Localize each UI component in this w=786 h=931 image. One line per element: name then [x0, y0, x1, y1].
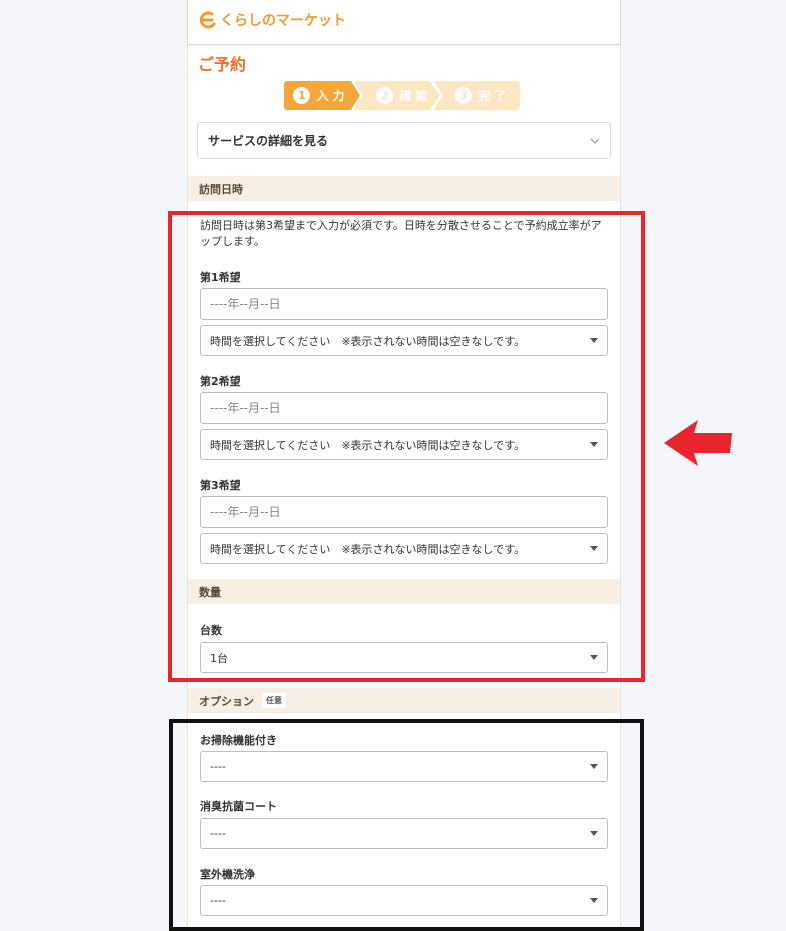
caret-down-icon	[590, 338, 598, 343]
option-cleaning-function-select[interactable]: ----	[200, 751, 608, 782]
choice-3-label: 第3希望	[200, 479, 241, 492]
page-title: ご予約	[198, 55, 247, 74]
choice-2-label: 第2希望	[200, 375, 241, 388]
section-quantity: 数量	[188, 579, 620, 604]
caret-down-icon	[590, 546, 598, 551]
section-title: オプション	[199, 694, 254, 708]
optional-badge: 任意	[262, 693, 286, 708]
option-cleaning-function-label: お掃除機能付き	[200, 734, 277, 747]
caret-down-icon	[590, 764, 598, 769]
select-value: 1台	[210, 651, 228, 665]
select-value: ----	[210, 894, 226, 907]
choice-2-date-input[interactable]	[200, 392, 608, 424]
choice-1-time-select[interactable]: 時間を選択してください ※表示されない時間は空きなしです。	[200, 325, 608, 356]
step-number: 2	[376, 87, 394, 104]
caret-down-icon	[590, 831, 598, 836]
service-details-accordion[interactable]: サービスの詳細を見る	[197, 122, 611, 159]
choice-2-time-select[interactable]: 時間を選択してください ※表示されない時間は空きなしです。	[200, 429, 608, 460]
select-value: 時間を選択してください ※表示されない時間は空きなしです。	[210, 334, 526, 348]
option-antibacterial-coat-select[interactable]: ----	[200, 818, 608, 849]
select-value: ----	[210, 760, 226, 773]
caret-down-icon	[590, 655, 598, 660]
step-number: 3	[455, 87, 473, 104]
choice-1-date-input[interactable]	[200, 288, 608, 320]
step-label: 完了	[478, 89, 511, 103]
section-title: 数量	[199, 585, 221, 599]
accordion-title: サービスの詳細を見る	[208, 134, 329, 148]
visit-note: 訪問日時は第3希望まで入力が必須です。日時を分散させることで予約成立率がアップし…	[200, 219, 602, 248]
choice-3-date-input[interactable]	[200, 496, 608, 528]
select-value: ----	[210, 827, 226, 840]
select-value: 時間を選択してください ※表示されない時間は空きなしです。	[210, 542, 526, 556]
logo-mark-icon	[199, 11, 216, 29]
step-confirm: 2 確認	[354, 81, 440, 110]
progress-steps: 1 入力 2 確認 3 完了	[284, 81, 520, 110]
site-logo[interactable]: くらしのマーケット	[198, 9, 346, 31]
step-input: 1 入力	[284, 81, 360, 110]
step-number: 1	[293, 87, 311, 104]
units-select[interactable]: 1台	[200, 642, 608, 673]
option-outdoor-unit-label: 室外機洗浄	[200, 868, 255, 881]
section-title: 訪問日時	[199, 182, 243, 196]
site-header: くらしのマーケット	[188, 0, 620, 45]
annotation-arrow-left-icon	[664, 420, 732, 466]
units-label: 台数	[200, 624, 222, 637]
step-label: 確認	[399, 89, 432, 103]
select-value: 時間を選択してください ※表示されない時間は空きなしです。	[210, 438, 526, 452]
chevron-down-icon	[590, 138, 600, 144]
section-options: オプション 任意	[188, 688, 620, 713]
logo-text: くらしのマーケット	[220, 13, 346, 29]
step-complete: 3 完了	[434, 81, 520, 110]
option-outdoor-unit-select[interactable]: ----	[200, 885, 608, 916]
caret-down-icon	[590, 898, 598, 903]
choice-1-label: 第1希望	[200, 271, 241, 284]
caret-down-icon	[590, 442, 598, 447]
option-antibacterial-coat-label: 消臭抗菌コート	[200, 800, 277, 813]
step-label: 入力	[316, 89, 349, 103]
choice-3-time-select[interactable]: 時間を選択してください ※表示されない時間は空きなしです。	[200, 533, 608, 564]
section-visit-datetime: 訪問日時	[188, 176, 620, 201]
booking-panel: くらしのマーケット ご予約 1 入力 2 確認 3 完了 サービスの詳細を見る …	[187, 0, 621, 926]
